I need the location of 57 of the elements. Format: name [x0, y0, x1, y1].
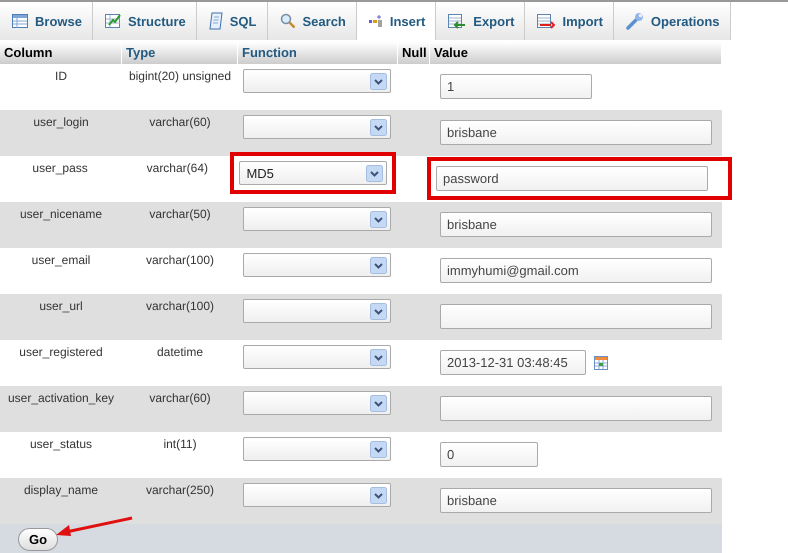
function-dropdown[interactable]	[243, 253, 391, 277]
column-type: varchar(100)	[144, 252, 216, 269]
import-icon	[537, 14, 556, 28]
value-field[interactable]: brisbane	[440, 120, 712, 145]
wrench-icon	[626, 12, 644, 30]
column-type: varchar(100)	[144, 298, 216, 315]
function-dropdown[interactable]	[243, 299, 391, 323]
function-dropdown[interactable]: MD5	[239, 161, 388, 185]
export-icon	[448, 14, 466, 28]
value-field[interactable]: immyhumi@gmail.com	[440, 258, 712, 283]
function-dropdown[interactable]	[243, 207, 391, 231]
value-field[interactable]	[440, 396, 712, 421]
column-type: varchar(60)	[148, 390, 212, 407]
table-icon	[12, 14, 28, 28]
tab[interactable]: SQL	[196, 2, 268, 40]
function-dropdown[interactable]	[243, 391, 391, 415]
column-type: varchar(64)	[146, 160, 209, 177]
insert-icon	[368, 15, 383, 27]
column-type: varchar(50)	[148, 206, 212, 223]
value-field[interactable]: password	[436, 166, 708, 191]
scroll-icon	[208, 12, 223, 30]
search-icon	[280, 13, 296, 29]
go-button[interactable]: Go	[18, 528, 58, 551]
tab[interactable]: Operations	[614, 2, 731, 40]
column-name: user_activation_key	[6, 390, 116, 407]
function-dropdown[interactable]	[243, 69, 391, 93]
function-dropdown[interactable]	[243, 483, 391, 507]
function-dropdown[interactable]	[243, 437, 391, 461]
value-field[interactable]: 2013-12-31 03:48:45	[440, 350, 586, 375]
column-name: user_login	[32, 114, 90, 131]
value-field[interactable]: 0	[440, 442, 538, 467]
calendar-icon[interactable]	[594, 356, 608, 370]
column-name: user_nicename	[18, 206, 104, 223]
column-name: user_pass	[31, 160, 89, 177]
value-field[interactable]: brisbane	[440, 488, 712, 513]
tab[interactable]: Browse	[0, 2, 93, 40]
column-name: user_email	[30, 252, 92, 269]
chart-table-icon	[104, 13, 121, 29]
column-name: user_url	[38, 298, 84, 315]
value-field[interactable]	[440, 304, 712, 329]
function-dropdown[interactable]	[243, 115, 391, 139]
column-type: varchar(250)	[144, 482, 216, 499]
tab[interactable]: Search	[268, 2, 357, 40]
value-field[interactable]: 1	[440, 74, 592, 99]
tab[interactable]: Structure	[92, 2, 197, 40]
function-dropdown[interactable]	[243, 345, 391, 369]
column-type: varchar(60)	[148, 114, 212, 131]
column-name: display_name	[22, 482, 100, 499]
column-name: ID	[54, 68, 68, 85]
column-name: user_status	[28, 436, 94, 453]
tab[interactable]: Export	[436, 2, 526, 40]
column-type: bigint(20) unsigned	[128, 68, 232, 85]
column-type: int(11)	[162, 436, 198, 453]
tab[interactable]: Import	[525, 2, 614, 40]
value-field[interactable]: brisbane	[440, 212, 712, 237]
column-name: user_registered	[18, 344, 104, 361]
column-type: datetime	[156, 344, 204, 361]
